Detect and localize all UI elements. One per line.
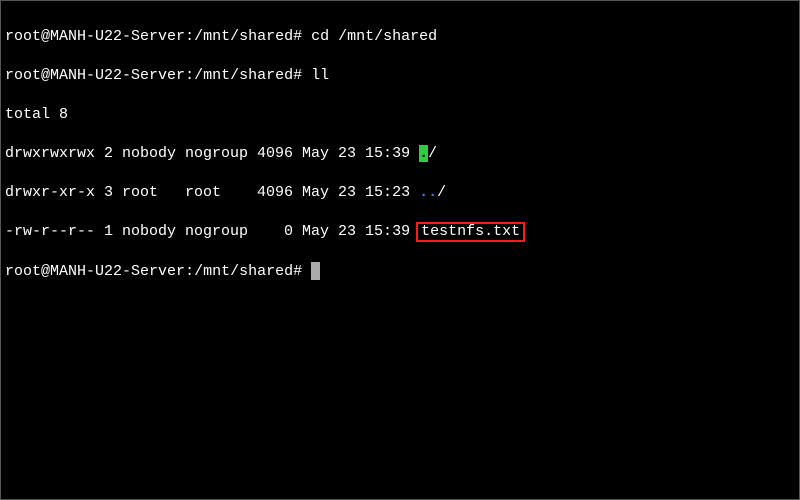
prompt-host: MANH-U22-Server [50, 263, 185, 280]
prompt-symbol: # [293, 28, 302, 45]
command-ll: ll [311, 67, 329, 84]
highlighted-filename: testnfs.txt [416, 222, 525, 243]
prompt-at: @ [41, 263, 50, 280]
prompt-symbol: # [293, 263, 302, 280]
dir-suffix: / [428, 145, 437, 162]
prompt-user: root [5, 263, 41, 280]
listing-row-file: -rw-r--r-- 1 nobody nogroup 0 May 23 15:… [5, 222, 795, 243]
prompt-at: @ [41, 28, 50, 45]
cursor-icon [311, 262, 320, 280]
prompt-host: MANH-U22-Server [50, 28, 185, 45]
file-perms: drwxr-xr-x 3 root root 4096 May 23 15:23 [5, 184, 419, 201]
prompt-colon: : [185, 263, 194, 280]
prompt-user: root [5, 67, 41, 84]
prompt-line-1: root@MANH-U22-Server:/mnt/shared# cd /mn… [5, 27, 795, 47]
prompt-colon: : [185, 28, 194, 45]
terminal-window[interactable]: root@MANH-U22-Server:/mnt/shared# cd /mn… [0, 0, 800, 500]
prompt-colon: : [185, 67, 194, 84]
file-perms: -rw-r--r-- 1 nobody nogroup 0 May 23 15:… [5, 223, 419, 240]
dir-suffix: / [437, 184, 446, 201]
prompt-line-2: root@MANH-U22-Server:/mnt/shared# ll [5, 66, 795, 86]
dir-name-current: . [419, 145, 428, 162]
listing-row-parent-dir: drwxr-xr-x 3 root root 4096 May 23 15:23… [5, 183, 795, 203]
prompt-path: /mnt/shared [194, 263, 293, 280]
prompt-line-current[interactable]: root@MANH-U22-Server:/mnt/shared# [5, 262, 795, 282]
total-line: total 8 [5, 105, 795, 125]
prompt-host: MANH-U22-Server [50, 67, 185, 84]
prompt-at: @ [41, 67, 50, 84]
prompt-user: root [5, 28, 41, 45]
file-perms: drwxrwxrwx 2 nobody nogroup 4096 May 23 … [5, 145, 419, 162]
prompt-symbol: # [293, 67, 302, 84]
listing-row-current-dir: drwxrwxrwx 2 nobody nogroup 4096 May 23 … [5, 144, 795, 164]
command-cd: cd /mnt/shared [311, 28, 437, 45]
dir-name-parent: .. [419, 184, 437, 201]
prompt-path: /mnt/shared [194, 67, 293, 84]
prompt-path: /mnt/shared [194, 28, 293, 45]
